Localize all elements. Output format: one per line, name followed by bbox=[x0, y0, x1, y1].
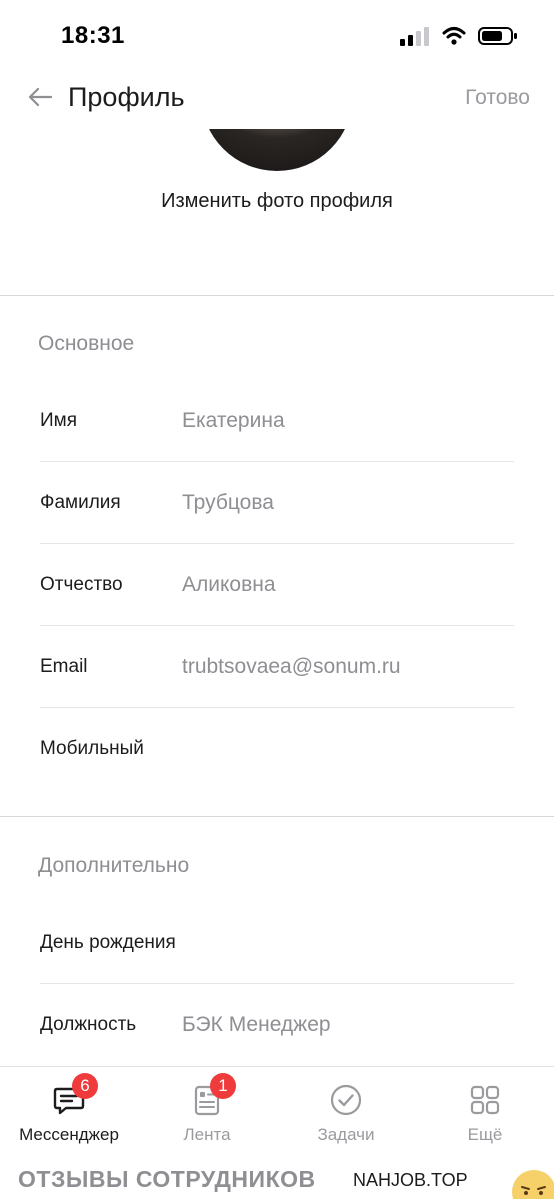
done-button[interactable]: Готово bbox=[465, 86, 530, 110]
tab-label: Мессенджер bbox=[19, 1125, 119, 1144]
feed-icon: 1 bbox=[188, 1073, 236, 1119]
patronymic-input[interactable]: Аликовна bbox=[182, 544, 276, 626]
field-label: Имя bbox=[40, 410, 78, 431]
tab-label: Задачи bbox=[317, 1125, 375, 1144]
tab-feed[interactable]: 1 Лента bbox=[138, 1067, 276, 1161]
watermark-left-text: ОТЗЫВЫ СОТРУДНИКОВ bbox=[18, 1166, 316, 1192]
change-photo-link[interactable]: Изменить фото профиля bbox=[0, 190, 554, 213]
field-label: День рождения bbox=[40, 932, 176, 953]
chat-icon: 6 bbox=[50, 1073, 98, 1119]
field-label: Отчество bbox=[40, 574, 123, 595]
field-patronymic[interactable]: Отчество Аликовна bbox=[40, 544, 514, 626]
status-bar: 18:31 bbox=[0, 0, 554, 70]
section-title-basic: Основное bbox=[38, 332, 135, 355]
field-label: Должность bbox=[40, 1014, 137, 1035]
field-mobile[interactable]: Мобильный bbox=[40, 708, 514, 790]
tab-tasks[interactable]: Задачи bbox=[277, 1067, 415, 1161]
section-divider bbox=[0, 816, 554, 817]
navigation-header: Профиль Готово bbox=[0, 70, 554, 130]
field-last-name[interactable]: Фамилия Трубцова bbox=[40, 462, 514, 544]
watermark-right-text: NAHJOB.TOP bbox=[353, 1170, 468, 1190]
position-input[interactable]: БЭК Менеджер bbox=[182, 984, 331, 1066]
page-title: Профиль bbox=[68, 82, 185, 112]
cellular-signal-icon bbox=[400, 26, 430, 51]
field-label: Фамилия bbox=[40, 492, 121, 513]
wifi-icon bbox=[442, 26, 466, 51]
field-label: Email bbox=[40, 656, 88, 677]
battery-icon bbox=[478, 26, 518, 51]
feed-badge: 1 bbox=[210, 1073, 236, 1099]
check-circle-icon bbox=[327, 1081, 365, 1119]
first-name-input[interactable]: Екатерина bbox=[182, 380, 285, 462]
field-label: Мобильный bbox=[40, 738, 144, 759]
field-first-name[interactable]: Имя Екатерина bbox=[40, 380, 514, 462]
angry-emoji-icon bbox=[512, 1170, 554, 1199]
grid-icon bbox=[466, 1081, 504, 1119]
tab-label: Ещё bbox=[467, 1125, 503, 1144]
last-name-input[interactable]: Трубцова bbox=[182, 462, 274, 544]
back-button[interactable] bbox=[24, 84, 56, 114]
field-email[interactable]: Email trubtsovaea@sonum.ru bbox=[40, 626, 514, 708]
arrow-left-icon bbox=[27, 87, 53, 112]
section-title-additional: Дополнительно bbox=[38, 854, 190, 877]
tab-bar: 6 Мессенджер 1 Лента Задачи Ещё bbox=[0, 1066, 554, 1160]
messenger-badge: 6 bbox=[72, 1073, 98, 1099]
tab-messenger[interactable]: 6 Мессенджер bbox=[0, 1067, 138, 1161]
watermark: ОТЗЫВЫ СОТРУДНИКОВ NAHJOB.TOP bbox=[0, 1160, 554, 1199]
field-position[interactable]: Должность БЭК Менеджер bbox=[40, 984, 514, 1066]
status-icons bbox=[400, 26, 518, 51]
section-divider bbox=[0, 295, 554, 296]
field-birthday[interactable]: День рождения bbox=[40, 902, 514, 984]
email-input[interactable]: trubtsovaea@sonum.ru bbox=[182, 626, 401, 708]
tab-label: Лента bbox=[183, 1125, 231, 1144]
tab-more[interactable]: Ещё bbox=[416, 1067, 554, 1161]
status-time: 18:31 bbox=[61, 22, 125, 49]
